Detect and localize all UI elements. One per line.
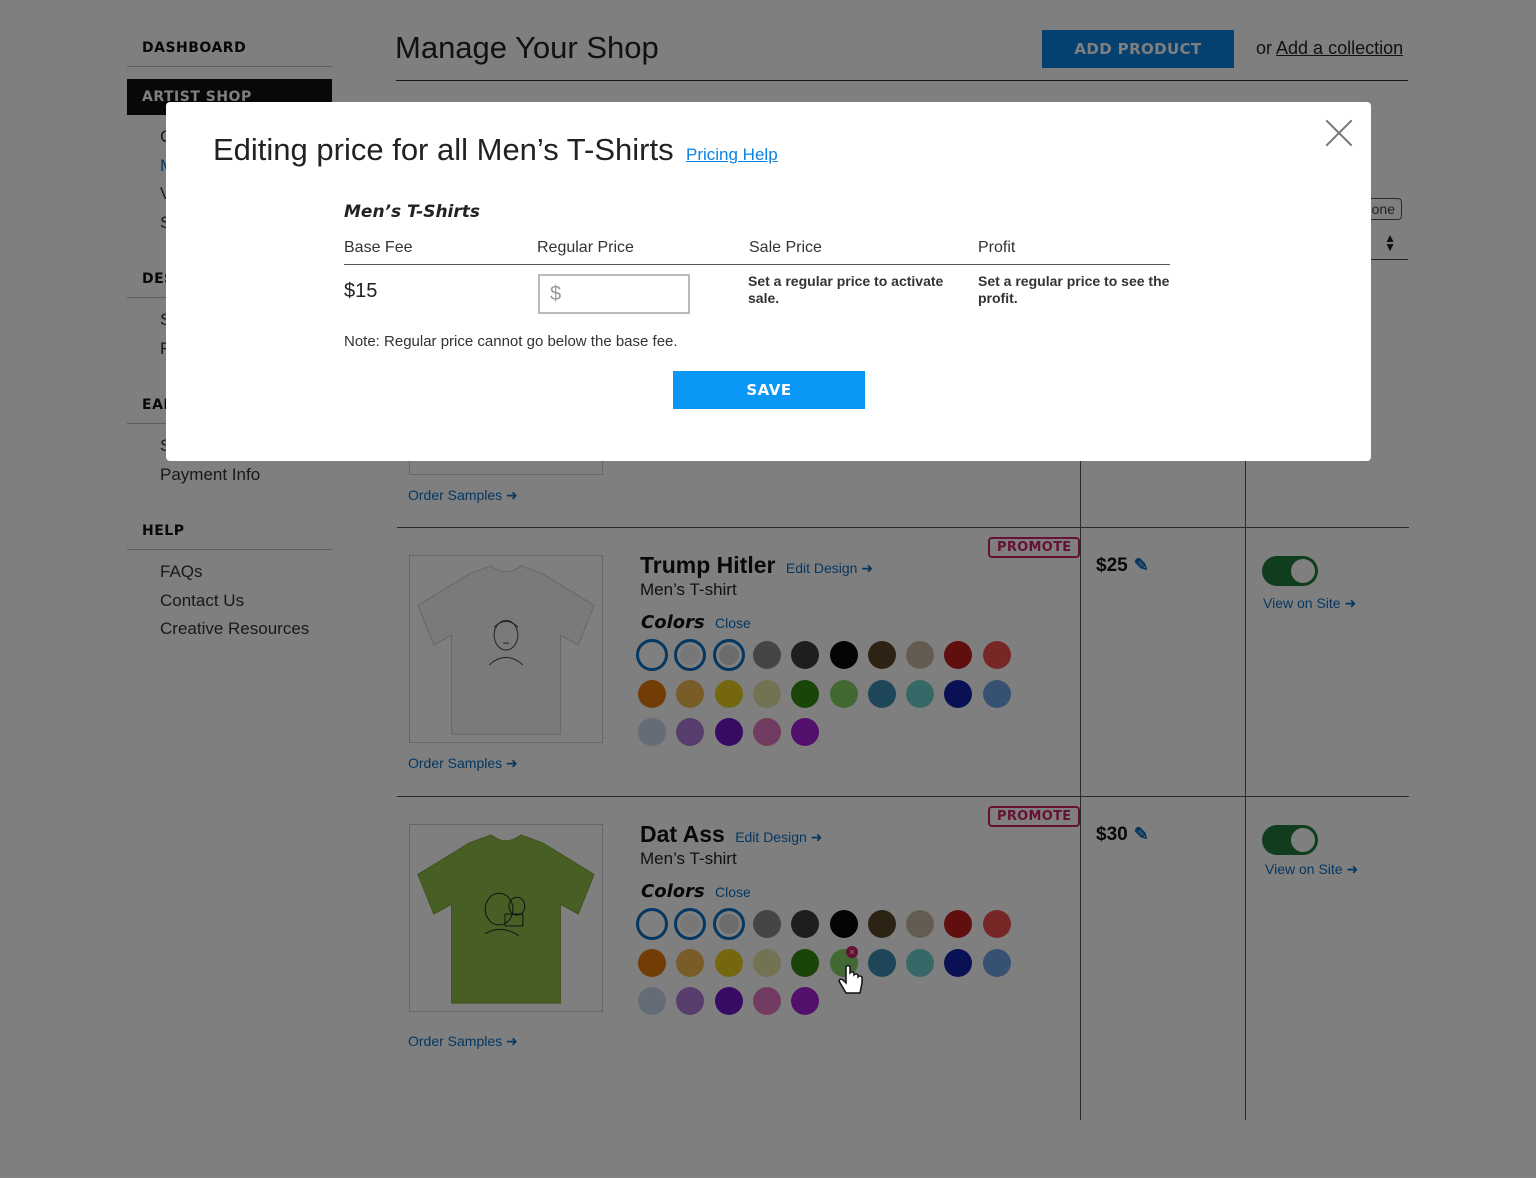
- modal-title: Editing price for all Men’s T-Shirts: [213, 132, 674, 167]
- table-header-divider: [344, 264, 1170, 265]
- edit-price-modal: Editing price for all Men’s T-Shirts Pri…: [166, 102, 1371, 461]
- column-header-sale-price: Sale Price: [749, 239, 822, 256]
- column-header-profit: Profit: [978, 239, 1016, 256]
- hand-cursor-icon: [838, 964, 863, 994]
- profit-note: Set a regular price to see the profit.: [978, 273, 1170, 306]
- close-icon[interactable]: [1324, 118, 1354, 148]
- base-fee-footnote: Note: Regular price cannot go below the …: [344, 333, 678, 350]
- sale-price-note: Set a regular price to activate sale.: [748, 273, 944, 306]
- column-header-regular-price: Regular Price: [537, 239, 634, 256]
- pricing-help-link[interactable]: Pricing Help: [686, 145, 778, 165]
- column-header-base-fee: Base Fee: [344, 239, 413, 256]
- save-button[interactable]: SAVE: [673, 371, 865, 409]
- regular-price-input[interactable]: $: [538, 274, 690, 314]
- base-fee-value: $15: [344, 280, 378, 302]
- section-title: Men’s T-Shirts: [344, 202, 480, 222]
